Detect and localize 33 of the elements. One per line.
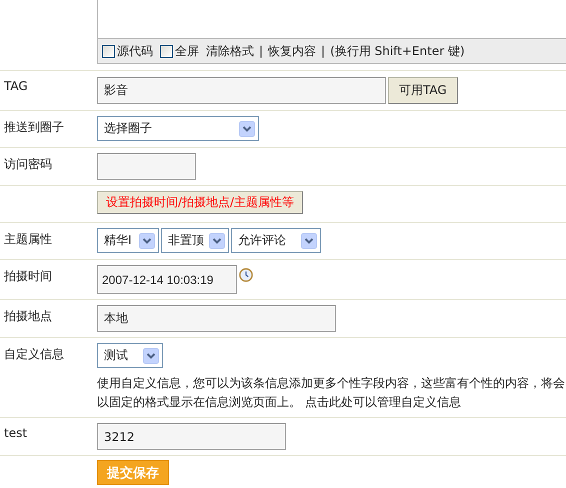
dropdown[interactable]: 精华I <box>97 228 159 253</box>
help-text: 使用自定义信息，您可以为该条信息添加更多个性字段内容，这些富有个性的内容，将会以固定的格式显示在信息浏览页面上。 点击此处可以管理自定义信息 <box>97 375 565 411</box>
available-tags-button[interactable]: 可用TAG <box>388 77 458 104</box>
field-label: 拍摄地点 <box>4 309 52 323</box>
field-label: 推送到圈子 <box>4 120 64 134</box>
chevron-icon <box>239 120 255 136</box>
chevron-icon <box>301 232 317 248</box>
toolbar-link[interactable]: 清除格式 <box>206 42 254 60</box>
tag-input[interactable]: 影音 <box>97 77 386 104</box>
field-label: 主题属性 <box>4 232 52 246</box>
field-label: 自定义信息 <box>4 347 64 361</box>
dropdown[interactable]: 非置顶 <box>161 228 229 253</box>
checkbox-option[interactable]: 全屏 <box>160 42 199 60</box>
dropdown[interactable]: 选择圈子 <box>97 116 259 141</box>
datetime-input[interactable]: 2007-12-14 10:03:19 <box>97 265 237 294</box>
checkbox-option[interactable]: 源代码 <box>102 42 153 60</box>
field-label: 访问密码 <box>4 157 52 171</box>
separator: | <box>259 44 264 58</box>
clock-icon[interactable] <box>239 268 253 282</box>
text-input[interactable]: 本地 <box>97 305 336 332</box>
field-label: 拍摄时间 <box>4 269 52 283</box>
text-input[interactable]: 3212 <box>97 423 286 450</box>
shortcut-hint: (换行用 Shift+Enter 键) <box>330 42 465 60</box>
password-input[interactable] <box>97 153 196 180</box>
toolbar-link[interactable]: 恢复内容 <box>268 42 316 60</box>
field-label: test <box>4 426 28 440</box>
dropdown[interactable]: 允许评论 <box>231 228 321 253</box>
dropdown[interactable]: 测试 <box>97 343 163 368</box>
field-label: TAG <box>4 79 28 93</box>
chevron-icon <box>143 348 159 364</box>
separator: | <box>321 44 326 58</box>
chevron-icon <box>209 232 225 248</box>
chevron-icon <box>139 232 155 248</box>
